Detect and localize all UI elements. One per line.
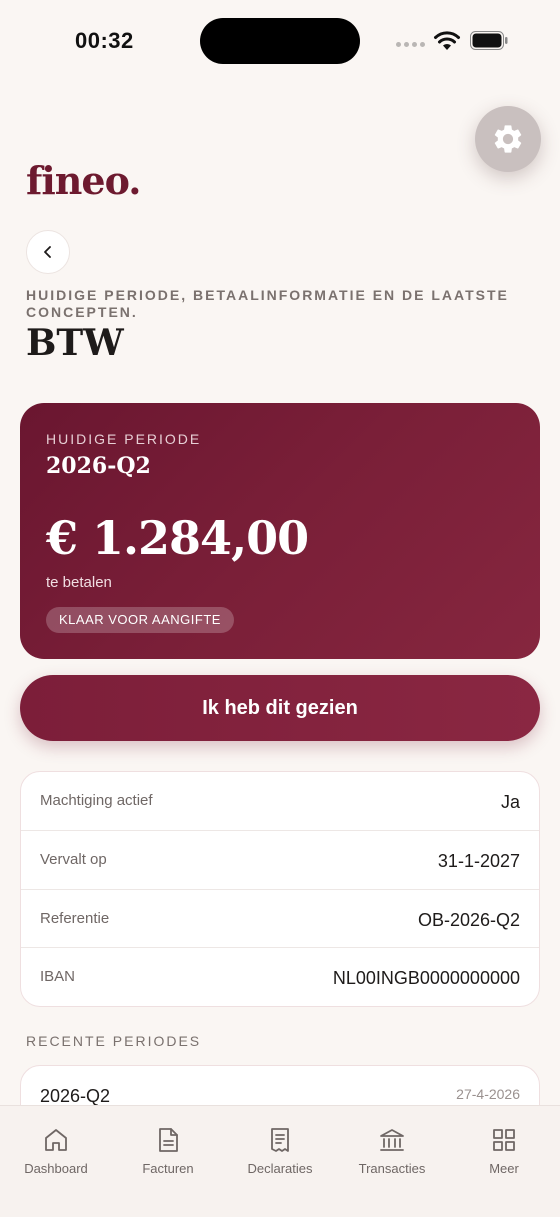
- period-value: 2026-Q2: [46, 453, 151, 479]
- detail-row-reference: Referentie OB-2026-Q2: [21, 890, 539, 949]
- recent-periods-heading: RECENTE PERIODES: [26, 1033, 202, 1049]
- detail-label: Vervalt op: [40, 850, 107, 868]
- app-logo: fineo.: [26, 158, 141, 203]
- nav-item-facturen[interactable]: Facturen: [112, 1106, 224, 1217]
- status-badge: KLAAR VOOR AANGIFTE: [46, 607, 234, 633]
- status-time: 00:32: [75, 28, 134, 53]
- nav-item-declaraties[interactable]: Declaraties: [224, 1106, 336, 1217]
- gear-icon: [494, 125, 522, 153]
- nav-label: Meer: [489, 1161, 519, 1176]
- detail-row-authorization: Machtiging actief Ja: [21, 772, 539, 831]
- nav-label: Facturen: [142, 1161, 194, 1176]
- bank-icon: [380, 1129, 404, 1151]
- nav-label: Transacties: [358, 1161, 426, 1176]
- recent-period-label: 2026-Q2: [40, 1086, 111, 1106]
- page-title: BTW: [26, 322, 124, 364]
- signal-icon: [396, 42, 425, 47]
- detail-row-expiry: Vervalt op 31-1-2027: [21, 831, 539, 890]
- detail-label: Referentie: [40, 909, 110, 927]
- settings-button[interactable]: [475, 106, 541, 172]
- nav-item-meer[interactable]: Meer: [448, 1106, 560, 1217]
- back-button[interactable]: [26, 230, 70, 274]
- amount-caption: te betalen: [46, 574, 112, 591]
- document-icon: [159, 1128, 178, 1152]
- receipt-icon: [271, 1128, 289, 1152]
- amount-due: € 1.284,00: [46, 511, 309, 565]
- detail-value: NL00INGB0000000000: [332, 968, 520, 989]
- detail-value: Ja: [500, 792, 520, 812]
- home-icon: [45, 1129, 67, 1151]
- nav-label: Declaraties: [247, 1161, 313, 1176]
- nav-item-transacties[interactable]: Transacties: [336, 1106, 448, 1217]
- detail-value: 31-1-2027: [437, 850, 520, 871]
- detail-label: Machtiging actief: [40, 792, 153, 809]
- status-bar: 00:32: [0, 0, 560, 84]
- chevron-left-icon: [44, 246, 51, 258]
- grid-icon: [493, 1129, 515, 1151]
- nav-item-dashboard[interactable]: Dashboard: [0, 1106, 112, 1217]
- acknowledge-button[interactable]: Ik heb dit gezien: [20, 675, 540, 741]
- recent-period-date: 27-4-2026: [456, 1086, 520, 1102]
- detail-row-iban: IBAN NL00INGB0000000000: [21, 948, 539, 1006]
- dynamic-island: [200, 18, 360, 64]
- bottom-navigation: Dashboard Facturen Declaraties Transacti…: [0, 1105, 560, 1217]
- battery-icon: [470, 31, 508, 50]
- page-subtitle: HUIDIGE PERIODE, BETAALINFORMATIE EN DE …: [26, 287, 509, 320]
- detail-value: OB-2026-Q2: [417, 909, 520, 930]
- period-label: HUIDIGE PERIODE: [46, 431, 202, 447]
- detail-label: IBAN: [40, 968, 76, 986]
- nav-label: Dashboard: [24, 1161, 88, 1176]
- current-period-card: HUIDIGE PERIODE 2026-Q2 € 1.284,00 te be…: [20, 403, 540, 659]
- wifi-icon: [434, 31, 460, 50]
- payment-details-card: Machtiging actief Ja Vervalt op 31-1-202…: [20, 771, 540, 1007]
